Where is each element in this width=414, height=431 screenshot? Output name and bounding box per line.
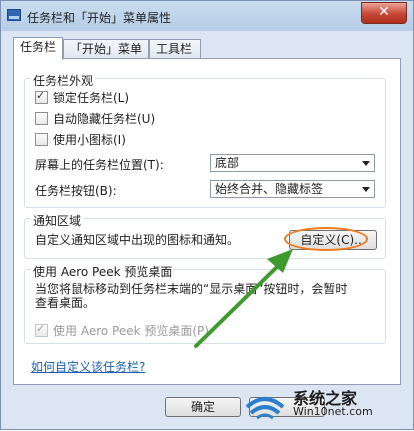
position-label: 屏幕上的任务栏位置(T): bbox=[35, 158, 164, 172]
aero-peek-description-2: 查看桌面。 bbox=[35, 296, 96, 310]
position-value: 底部 bbox=[215, 156, 240, 170]
small-icons-checkbox[interactable] bbox=[35, 133, 48, 146]
tab-taskbar[interactable]: 任务栏 bbox=[13, 37, 63, 60]
appearance-title: 任务栏外观 bbox=[31, 72, 96, 89]
close-button[interactable]: ✕ bbox=[361, 2, 407, 24]
buttons-label: 任务栏按钮(B): bbox=[35, 184, 117, 198]
autohide-label: 自动隐藏任务栏(U) bbox=[53, 112, 156, 126]
aero-peek-option[interactable]: 使用 Aero Peek 预览桌面(P) bbox=[35, 322, 209, 338]
lock-taskbar-label: 锁定任务栏(L) bbox=[53, 91, 130, 105]
taskbar-app-icon bbox=[7, 9, 21, 21]
tab-panel: 任务栏外观 锁定任务栏(L) 自动隐藏任务栏(U) 使用小图标(I) 屏幕上的任… bbox=[13, 58, 401, 385]
title-bar[interactable]: 任务栏和「开始」菜单属性 ✕ bbox=[1, 1, 413, 31]
autohide-option[interactable]: 自动隐藏任务栏(U) bbox=[35, 110, 155, 126]
chevron-down-icon bbox=[362, 187, 370, 192]
notification-description: 自定义通知区域中出现的图标和通知。 bbox=[35, 233, 240, 247]
buttons-select[interactable]: 始终合并、隐藏标签 bbox=[210, 180, 375, 198]
aero-peek-group: 使用 Aero Peek 预览桌面 当您将鼠标移动到任务栏末端的“显示桌面”按钮… bbox=[24, 263, 386, 344]
watermark: 系统之家 Win10net.com bbox=[243, 383, 403, 423]
position-select[interactable]: 底部 bbox=[210, 154, 375, 172]
help-link[interactable]: 如何自定义该任务栏? bbox=[31, 358, 145, 375]
buttons-value: 始终合并、隐藏标签 bbox=[215, 182, 324, 196]
lock-taskbar-option[interactable]: 锁定任务栏(L) bbox=[35, 89, 129, 105]
watermark-url: Win10net.com bbox=[293, 405, 373, 418]
windows-logo-icon bbox=[245, 397, 285, 420]
autohide-checkbox[interactable] bbox=[35, 112, 48, 125]
small-icons-label: 使用小图标(I) bbox=[53, 133, 126, 147]
aero-peek-title: 使用 Aero Peek 预览桌面 bbox=[31, 263, 175, 280]
properties-window: 任务栏和「开始」菜单属性 ✕ 任务栏 「开始」菜单 工具栏 任务栏外观 锁定任务… bbox=[0, 0, 414, 430]
tab-start-menu[interactable]: 「开始」菜单 bbox=[63, 39, 149, 58]
tab-toolbars[interactable]: 工具栏 bbox=[149, 39, 201, 58]
appearance-group: 任务栏外观 锁定任务栏(L) 自动隐藏任务栏(U) 使用小图标(I) 屏幕上的任… bbox=[24, 72, 386, 208]
notification-title: 通知区域 bbox=[31, 212, 84, 229]
aero-peek-checkbox[interactable] bbox=[35, 322, 48, 337]
aero-peek-label: 使用 Aero Peek 预览桌面(P) bbox=[53, 324, 209, 338]
lock-taskbar-checkbox[interactable] bbox=[35, 89, 48, 104]
small-icons-option[interactable]: 使用小图标(I) bbox=[35, 131, 126, 147]
customize-button[interactable]: 自定义(C)... bbox=[289, 230, 377, 250]
ok-button[interactable]: 确定 bbox=[165, 397, 241, 417]
window-title: 任务栏和「开始」菜单属性 bbox=[27, 11, 172, 25]
chevron-down-icon bbox=[362, 161, 370, 166]
